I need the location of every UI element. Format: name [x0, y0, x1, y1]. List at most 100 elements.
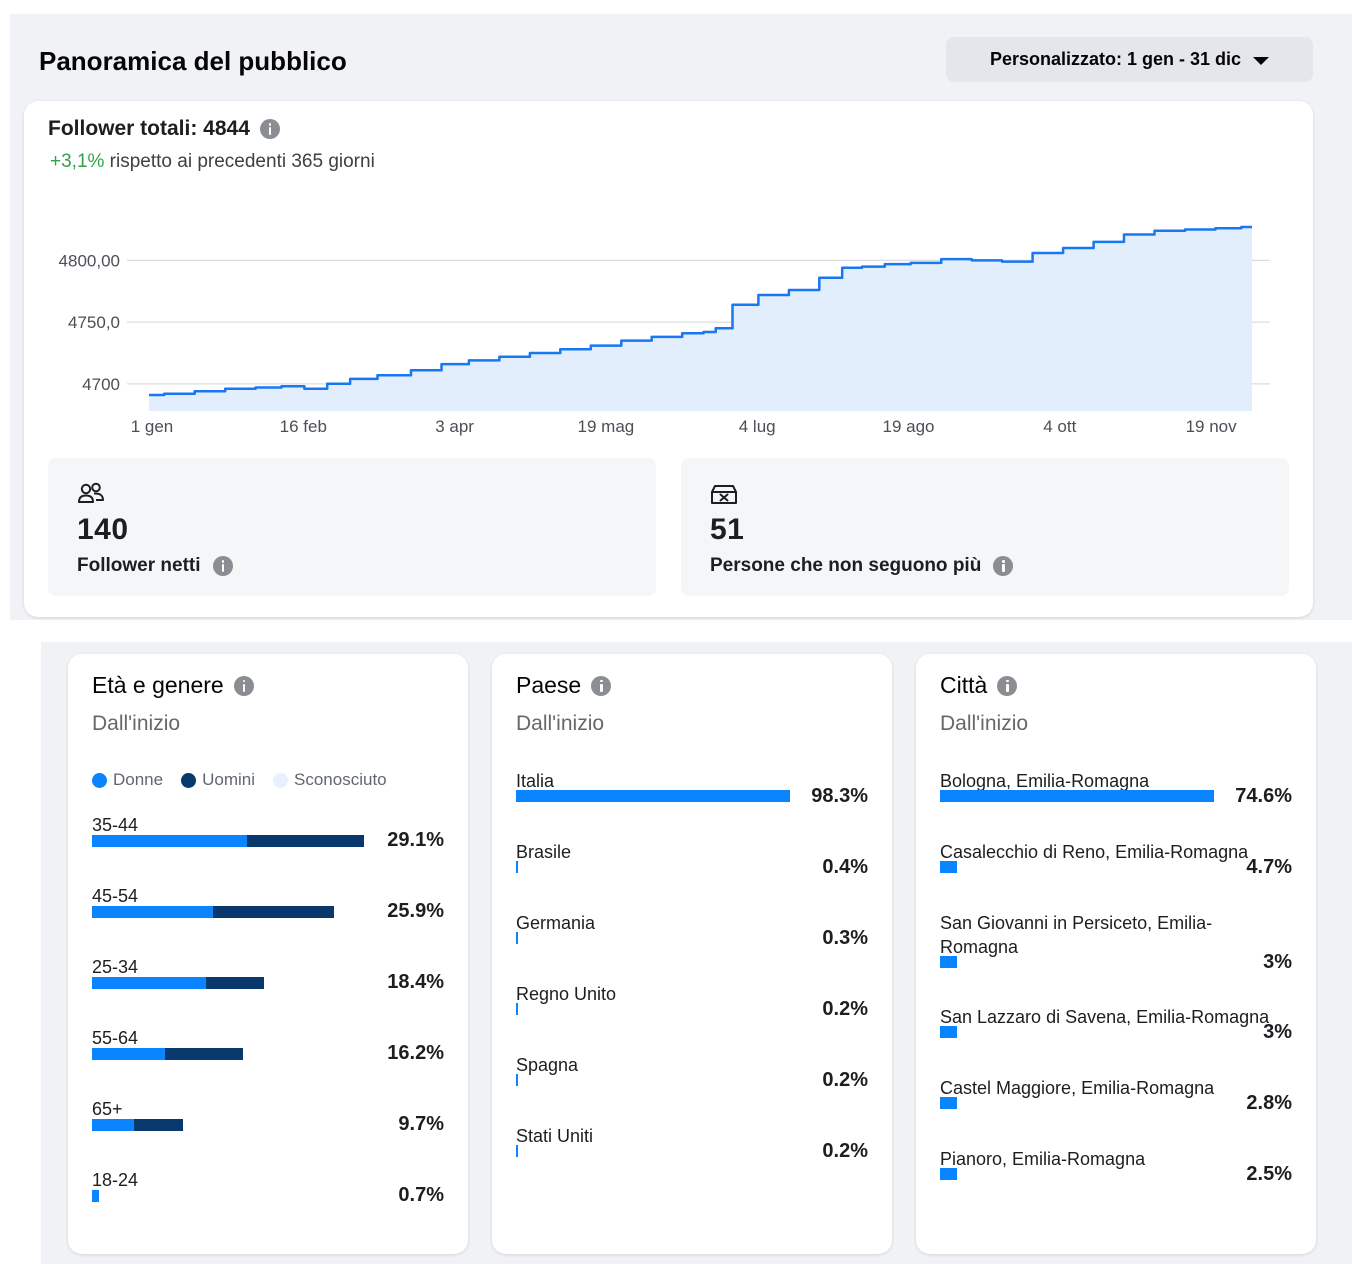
city-row[interactable]: San Giovanni in Persiceto, Emilia-Romagn… — [940, 911, 1292, 1005]
city-label: Casalecchio di Reno, Emilia-Romagna — [940, 842, 1249, 862]
age-bar[interactable] — [92, 977, 264, 989]
info-icon[interactable] — [997, 675, 1018, 696]
city-bar[interactable] — [940, 861, 958, 873]
audience-overview-section: Panoramica del pubblico Personalizzato: … — [10, 14, 1352, 620]
unfollow-box-icon — [711, 485, 737, 504]
card-title: Età e genere — [92, 672, 254, 699]
age-percentage: 25.9% — [387, 900, 444, 922]
card-subtitle: Dall'inizio — [940, 712, 1029, 735]
x-tick-label: 19 nov — [1186, 417, 1238, 436]
x-tick-label: 16 feb — [280, 417, 327, 436]
age-bar[interactable] — [92, 1048, 244, 1060]
card-subtitle: Dall'inizio — [92, 712, 181, 735]
age-bar[interactable] — [92, 1190, 99, 1202]
legend-men-label: Uomini — [202, 770, 256, 789]
legend-unknown[interactable]: Sconosciuto — [273, 770, 387, 790]
x-tick-label: 19 ago — [883, 417, 935, 436]
age-row[interactable]: 35-44 29.1% — [92, 813, 444, 884]
country-row[interactable]: Stati Uniti 0.2% — [516, 1124, 868, 1195]
net-followers-text: Follower netti — [77, 555, 201, 576]
age-row[interactable]: 65+ 9.7% — [92, 1097, 444, 1168]
country-row[interactable]: Spagna 0.2% — [516, 1053, 868, 1124]
country-percentage: 98.3% — [811, 785, 868, 807]
city-row[interactable]: Casalecchio di Reno, Emilia-Romagna 4.7% — [940, 840, 1292, 911]
unfollows-text: Persone che non seguono più — [710, 555, 982, 576]
age-range-label: 25-34 — [92, 957, 139, 977]
men-segment — [133, 1119, 183, 1131]
country-row[interactable]: Italia 98.3% — [516, 769, 868, 840]
city-bar[interactable] — [940, 1168, 957, 1180]
men-dot-icon — [181, 772, 197, 788]
age-range-label: 45-54 — [92, 886, 139, 906]
y-tick-label: 4800,00 — [59, 251, 120, 270]
age-row[interactable]: 25-34 18.4% — [92, 955, 444, 1026]
city-row[interactable]: Castel Maggiore, Emilia-Romagna 2.8% — [940, 1076, 1292, 1147]
legend-men[interactable]: Uomini — [181, 770, 255, 790]
age-range-label: 55-64 — [92, 1028, 139, 1048]
chart-x-axis: 1 gen 16 feb 3 apr 19 mag 4 lug 19 ago 4 ott 19… — [131, 417, 1237, 436]
city-label: Pianoro, Emilia-Romagna — [940, 1149, 1146, 1169]
age-row[interactable]: 18-24 0.7% — [92, 1168, 444, 1239]
men-segment — [213, 906, 335, 918]
city-label: San Lazzaro di Savena, Emilia-Romagna — [940, 1007, 1270, 1027]
y-tick-label: 4750,0 — [68, 313, 120, 332]
country-bar[interactable] — [516, 1003, 518, 1015]
country-label: Brasile — [516, 842, 572, 862]
age-row[interactable]: 55-64 16.2% — [92, 1026, 444, 1097]
country-row[interactable]: Germania 0.3% — [516, 911, 868, 982]
demographics-section: Età e genere Dall'inizio Donne Uomini Sc… — [41, 642, 1352, 1264]
country-bar[interactable] — [516, 1145, 518, 1157]
city-bar[interactable] — [940, 1026, 957, 1038]
caret-down-icon — [1253, 56, 1270, 65]
info-icon[interactable] — [591, 675, 612, 696]
country-percentage: 0.2% — [822, 1140, 868, 1162]
net-followers-value: 140 — [77, 513, 129, 546]
unfollows-value: 51 — [710, 513, 745, 546]
age-row[interactable]: 45-54 25.9% — [92, 884, 444, 955]
page-title: Panoramica del pubblico — [39, 46, 347, 76]
age-percentage: 9.7% — [398, 1113, 444, 1135]
city-percentage: 74.6% — [1235, 785, 1292, 807]
city-bar[interactable] — [940, 790, 1214, 802]
info-icon[interactable] — [233, 675, 254, 696]
city-percentage: 4.7% — [1246, 856, 1292, 878]
age-bar[interactable] — [92, 835, 364, 847]
country-bar[interactable] — [516, 932, 518, 944]
net-followers-label: Follower netti — [77, 555, 233, 577]
city-card: Città Dall'inizio Bologna, Emilia-Romagn… — [916, 654, 1316, 1254]
country-bar[interactable] — [516, 861, 518, 873]
country-bar-list: Italia 98.3% Brasile 0.4% Germania 0.3% Regno … — [516, 769, 868, 1195]
x-tick-label: 4 lug — [739, 417, 776, 436]
city-row[interactable]: San Lazzaro di Savena, Emilia-Romagna 3% — [940, 1005, 1292, 1076]
city-bar[interactable] — [940, 1097, 957, 1109]
city-row[interactable]: Pianoro, Emilia-Romagna 2.5% — [940, 1147, 1292, 1218]
country-row[interactable]: Brasile 0.4% — [516, 840, 868, 911]
info-icon[interactable] — [993, 556, 1014, 576]
city-bar[interactable] — [940, 956, 957, 968]
info-icon[interactable] — [212, 556, 233, 576]
country-bar[interactable] — [516, 790, 790, 802]
age-percentage: 18.4% — [387, 971, 444, 993]
age-bar[interactable] — [92, 906, 335, 918]
country-row[interactable]: Regno Unito 0.2% — [516, 982, 868, 1053]
followers-line-chart: 4700 4750,0 4800,00 1 gen 16 feb 3 apr 19 mag… — [59, 225, 1270, 436]
women-segment — [92, 1119, 134, 1131]
net-followers-box: 140 Follower netti — [48, 458, 656, 596]
unfollows-box: 51 Persone che non seguono più — [681, 458, 1289, 596]
city-percentage: 3% — [1263, 1021, 1292, 1043]
date-range-dropdown[interactable]: Personalizzato: 1 gen - 31 dic — [946, 37, 1313, 82]
city-label: San Giovanni in Persiceto, Emilia-Romagn… — [940, 913, 1213, 957]
women-segment — [92, 1190, 99, 1202]
x-tick-label: 19 mag — [578, 417, 635, 436]
women-segment — [92, 1048, 165, 1060]
country-percentage: 0.4% — [822, 856, 868, 878]
age-gender-title: Età e genere — [92, 672, 224, 698]
age-bar-list: 35-44 29.1% 45-54 25.9% 25-34 18.4% 55-64 16.2%… — [92, 813, 444, 1239]
age-bar[interactable] — [92, 1119, 183, 1131]
date-range-label: Personalizzato: 1 gen - 31 dic — [989, 49, 1242, 69]
women-segment — [92, 977, 206, 989]
city-row[interactable]: Bologna, Emilia-Romagna 74.6% — [940, 769, 1292, 840]
country-bar[interactable] — [516, 1074, 518, 1086]
country-percentage: 0.2% — [822, 998, 868, 1020]
legend-women[interactable]: Donne — [92, 770, 163, 790]
